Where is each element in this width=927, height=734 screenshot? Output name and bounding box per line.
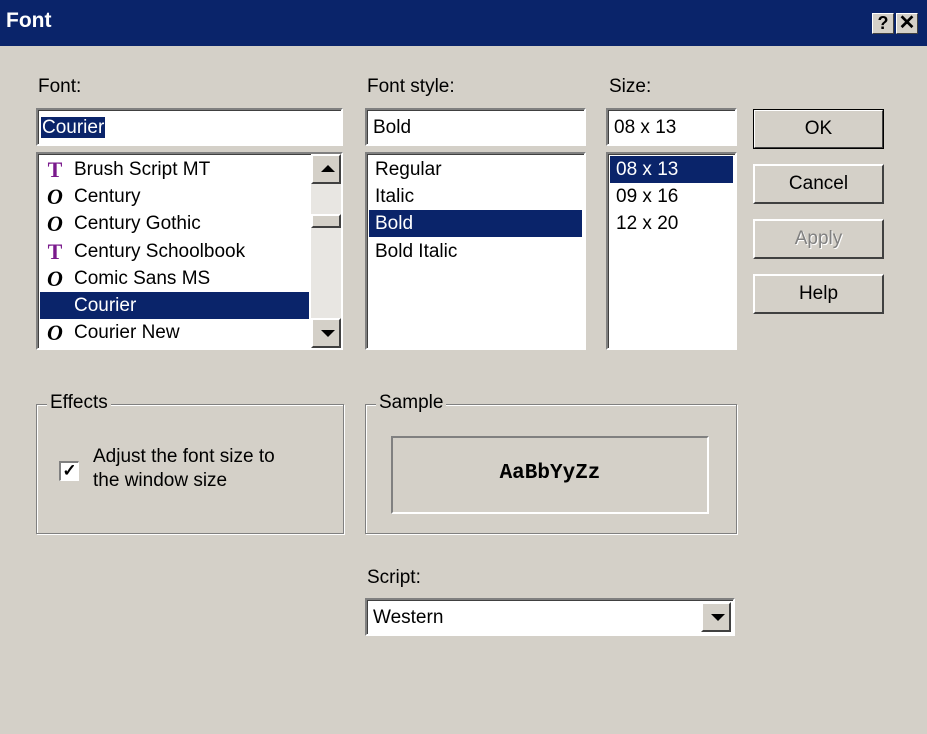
font-list-item-label: Comic Sans MS — [74, 267, 211, 289]
font-list-item-label: Century Schoolbook — [74, 240, 246, 262]
size-list-item[interactable]: 09 x 16 — [610, 183, 733, 210]
scroll-up-button[interactable] — [311, 154, 341, 184]
font-list-item[interactable]: T Brush Script MT — [40, 156, 309, 183]
arrow-up-icon — [321, 165, 335, 172]
adjust-font-size-label[interactable]: Adjust the font size to the window size — [93, 445, 275, 493]
script-dropdown-button[interactable] — [701, 602, 731, 632]
sample-group-title: Sample — [376, 392, 447, 414]
font-list-item-label: Century Gothic — [74, 213, 201, 235]
font-style-list[interactable]: Regular Italic Bold Bold Italic — [365, 152, 586, 350]
script-label: Script: — [367, 567, 421, 588]
opentype-icon: O — [47, 265, 63, 291]
font-style-list-item[interactable]: Italic — [369, 183, 582, 210]
font-list-item[interactable]: Courier — [40, 292, 309, 319]
font-list-item-label: Century — [74, 186, 141, 208]
font-style-list-item[interactable]: Bold — [369, 210, 582, 238]
truetype-icon: T — [47, 238, 63, 264]
sample-preview: AaBbYyZz — [391, 436, 709, 514]
help-icon[interactable]: ? — [872, 13, 894, 34]
font-style-input[interactable]: Bold — [365, 108, 586, 146]
font-list-item[interactable]: O Comic Sans MS — [40, 265, 309, 292]
arrow-down-icon — [321, 330, 335, 337]
scroll-down-button[interactable] — [311, 318, 341, 348]
scroll-thumb[interactable] — [311, 214, 341, 228]
opentype-icon: O — [47, 320, 63, 346]
blank-icon — [44, 292, 66, 319]
size-label: Size: — [609, 76, 652, 97]
font-style-list-item[interactable]: Bold Italic — [369, 238, 582, 265]
effects-group: Effects ✓ Adjust the font size to the wi… — [36, 392, 344, 534]
font-dialog: Font ? ✕ Font: Courier T Brush Script MT O… — [0, 0, 927, 734]
font-list[interactable]: T Brush Script MT O Century O Century Gothic T… — [36, 152, 343, 350]
cancel-button[interactable]: Cancel — [753, 164, 884, 204]
font-style-list-item[interactable]: Regular — [369, 156, 582, 183]
size-list-item[interactable]: 08 x 13 — [610, 156, 733, 183]
size-input-value: 08 x 13 — [614, 117, 677, 138]
script-select-value: Western — [373, 607, 444, 628]
font-name-input[interactable]: Courier — [36, 108, 343, 146]
font-style-input-value: Bold — [373, 117, 412, 138]
ok-button[interactable]: OK — [753, 109, 884, 149]
font-list-item[interactable]: O Century — [40, 183, 309, 210]
adjust-font-size-checkbox[interactable]: ✓ — [59, 461, 79, 481]
font-list-item[interactable]: O Century Gothic — [40, 210, 309, 237]
sample-text: AaBbYyZz — [499, 462, 601, 485]
script-select[interactable]: Western — [365, 598, 735, 636]
chevron-down-icon — [711, 614, 725, 621]
font-style-label: Font style: — [367, 76, 455, 97]
opentype-icon: O — [47, 184, 63, 210]
title-bar[interactable]: Font ? ✕ — [0, 0, 927, 46]
apply-button[interactable]: Apply — [753, 219, 884, 259]
opentype-icon: O — [47, 211, 63, 237]
size-list-item[interactable]: 12 x 20 — [610, 210, 733, 237]
font-list-scrollbar[interactable] — [311, 154, 341, 348]
font-list-item[interactable]: O Courier New — [40, 319, 309, 346]
font-list-item-label: Brush Script MT — [74, 159, 211, 180]
truetype-icon: T — [47, 157, 63, 182]
font-list-item-label: Courier — [74, 295, 137, 316]
font-name-input-value: Courier — [41, 117, 106, 138]
help-button[interactable]: Help — [753, 274, 884, 314]
close-icon[interactable]: ✕ — [896, 13, 918, 34]
window-title: Font — [6, 9, 52, 32]
size-list[interactable]: 08 x 13 09 x 16 12 x 20 — [606, 152, 737, 350]
size-input[interactable]: 08 x 13 — [606, 108, 737, 146]
checkmark-icon: ✓ — [62, 461, 77, 480]
font-list-item[interactable]: T Century Schoolbook — [40, 238, 309, 265]
sample-group: Sample AaBbYyZz — [365, 392, 737, 534]
font-list-item-label: Courier New — [74, 322, 180, 344]
effects-group-title: Effects — [47, 392, 111, 414]
font-label: Font: — [38, 76, 82, 97]
